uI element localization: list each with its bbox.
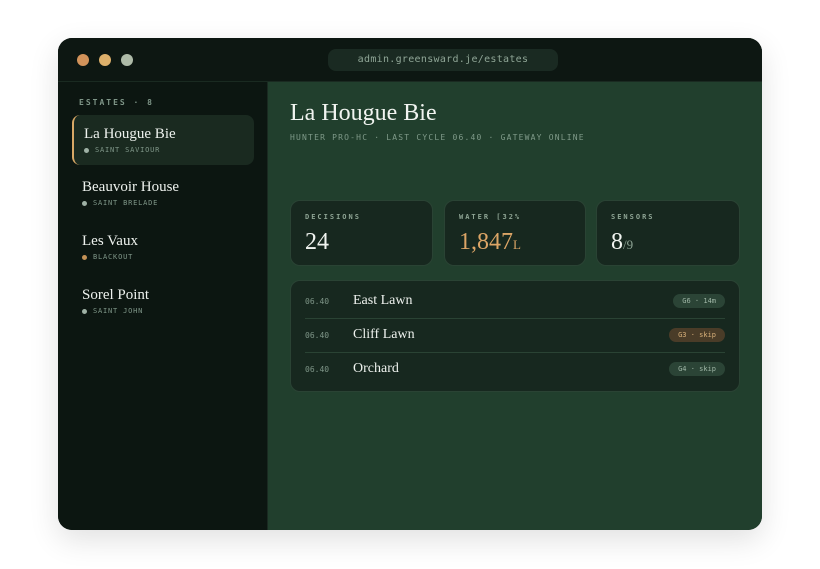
- list-item[interactable]: 06.40 Orchard G4 · skip: [305, 353, 725, 387]
- estates-sidebar: ESTATES · 8 La Hougue Bie SAINT SAVIOUR …: [58, 82, 268, 530]
- list-item[interactable]: 06.40 Cliff Lawn G3 · skip: [305, 319, 725, 353]
- zone-name: East Lawn: [353, 293, 413, 308]
- list-item[interactable]: 06.40 East Lawn G6 · 14m: [305, 285, 725, 319]
- minimize-window-button[interactable]: [99, 54, 111, 66]
- zone-name: Cliff Lawn: [353, 327, 415, 342]
- url-bar[interactable]: admin.greensward.je/estates: [328, 49, 558, 71]
- card-value: 8/9: [611, 229, 634, 255]
- estate-detail-panel: La Hougue Bie HUNTER PRO-HC · LAST CYCLE…: [268, 82, 762, 530]
- sidebar-item-les-vaux[interactable]: Les Vaux BLACKOUT: [72, 222, 254, 272]
- estate-parish: SAINT BRELADE: [93, 199, 159, 207]
- row-time: 06.40: [305, 365, 330, 374]
- estate-name: Sorel Point: [82, 287, 150, 303]
- page-title: La Hougue Bie: [290, 100, 437, 126]
- sidebar-item-sorel-point[interactable]: Sorel Point SAINT JOHN: [72, 276, 254, 326]
- estate-name: Les Vaux: [82, 233, 138, 249]
- card-label: SENSORS: [611, 213, 655, 221]
- estate-name: Beauvoir House: [82, 179, 180, 195]
- zone-activity-list: 06.40 East Lawn G6 · 14m 06.40 Cliff Law…: [290, 280, 740, 392]
- status-badge: G6 · 14m: [673, 294, 725, 308]
- estate-name: La Hougue Bie: [84, 126, 176, 142]
- card-label: WATER [32%: [459, 213, 522, 221]
- status-dot-icon: [82, 308, 87, 314]
- sidebar-item-beauvoir-house[interactable]: Beauvoir House SAINT BRELADE: [72, 168, 254, 218]
- row-time: 06.40: [305, 297, 330, 306]
- estate-parish: SAINT SAVIOUR: [95, 146, 161, 154]
- close-window-button[interactable]: [77, 54, 89, 66]
- status-dot-icon: [82, 200, 87, 206]
- status-dot-icon: [84, 147, 89, 153]
- estate-parish: SAINT JOHN: [93, 307, 144, 315]
- title-bar: admin.greensward.je/estates: [58, 38, 762, 82]
- status-dot-icon: [82, 254, 87, 260]
- zone-name: Orchard: [353, 361, 399, 376]
- page-subtitle: HUNTER PRO-HC · LAST CYCLE 06.40 · GATEW…: [290, 133, 585, 142]
- status-badge: G3 · skip: [669, 328, 725, 342]
- status-badge: G4 · skip: [669, 362, 725, 376]
- decisions-card: DECISIONS 24: [290, 200, 433, 266]
- card-value: 24: [305, 229, 329, 255]
- water-card: WATER [32% 1,847L: [444, 200, 586, 266]
- card-unit: L: [513, 237, 521, 252]
- app-window: admin.greensward.je/estates ESTATES · 8 …: [58, 38, 762, 530]
- card-unit: /9: [623, 237, 634, 252]
- sensors-card: SENSORS 8/9: [596, 200, 740, 266]
- estate-parish: BLACKOUT: [93, 253, 134, 261]
- maximize-window-button[interactable]: [121, 54, 133, 66]
- card-value: 1,847L: [459, 229, 521, 255]
- card-label: DECISIONS: [305, 213, 361, 221]
- row-time: 06.40: [305, 331, 330, 340]
- sidebar-header: ESTATES · 8: [79, 98, 154, 107]
- sidebar-item-la-hougue-bie[interactable]: La Hougue Bie SAINT SAVIOUR: [72, 115, 254, 165]
